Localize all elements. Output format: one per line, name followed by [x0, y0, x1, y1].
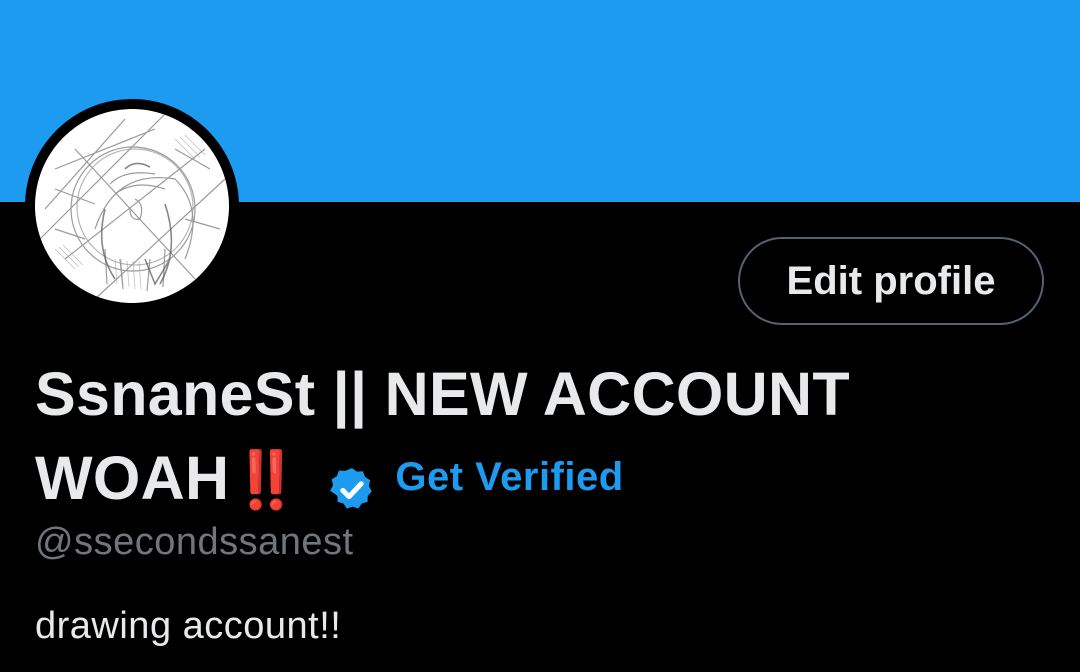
- avatar[interactable]: [25, 99, 239, 313]
- avatar-image: [35, 109, 229, 303]
- user-handle: @ssecondssanest: [35, 521, 354, 563]
- double-exclamation-emoji: ‼️: [231, 448, 302, 511]
- display-name-line2: WOAH: [35, 444, 230, 512]
- verified-badge-icon[interactable]: [327, 452, 377, 509]
- display-name-line1: SsnaneSt || NEW ACCOUNT: [35, 360, 850, 428]
- sketch-drawing: [39, 113, 226, 300]
- bio-text: drawing account!!: [35, 605, 342, 647]
- display-name: SsnaneSt || NEW ACCOUNT WOAH‼️ Get Verifi…: [35, 352, 995, 525]
- edit-profile-button[interactable]: Edit profile: [738, 237, 1044, 325]
- get-verified-link[interactable]: Get Verified: [395, 455, 623, 499]
